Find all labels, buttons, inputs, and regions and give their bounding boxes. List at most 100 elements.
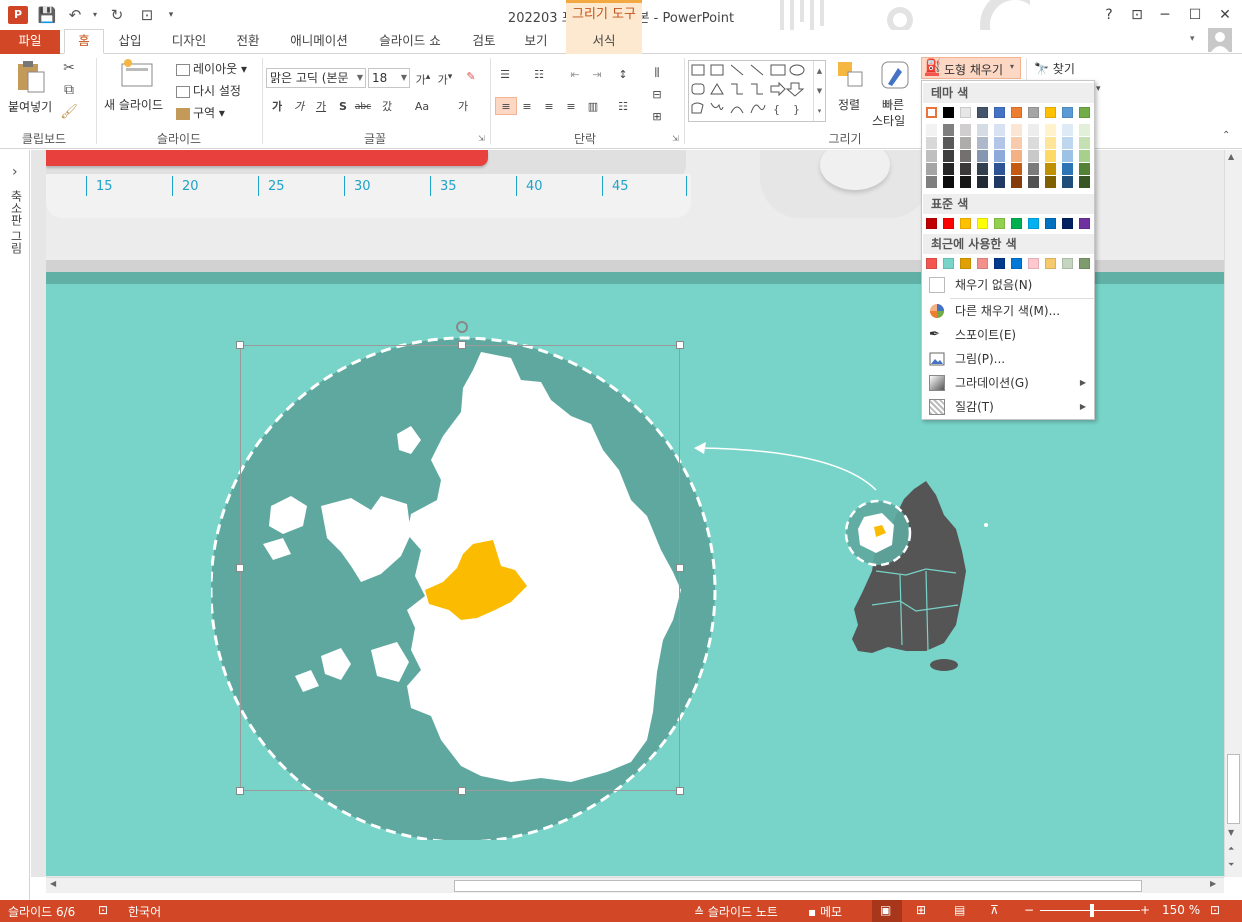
tab-format[interactable]: 서식 <box>566 30 642 54</box>
resize-handle-e[interactable] <box>676 564 684 572</box>
change-case-button[interactable]: Aa <box>410 98 434 116</box>
char-spacing-button[interactable]: 갔 <box>378 98 396 116</box>
color-swatch[interactable] <box>943 124 954 136</box>
color-swatch[interactable] <box>1011 163 1022 175</box>
color-swatch[interactable] <box>1028 258 1039 269</box>
bold-button[interactable]: 가 <box>268 98 286 116</box>
scroll-left-icon[interactable]: ◀ <box>50 879 56 888</box>
color-swatch[interactable] <box>1028 124 1039 136</box>
color-swatch[interactable] <box>926 124 937 136</box>
color-swatch[interactable] <box>977 150 988 162</box>
shape-fill-button[interactable]: ⛽ 도형 채우기 ▾ <box>921 57 1021 79</box>
color-swatch[interactable] <box>994 107 1005 118</box>
color-swatch[interactable] <box>1045 150 1056 162</box>
close-button[interactable]: ✕ <box>1212 5 1238 25</box>
color-swatch[interactable] <box>1011 150 1022 162</box>
color-swatch[interactable] <box>926 258 937 269</box>
color-swatch[interactable] <box>1045 163 1056 175</box>
shapes-gallery[interactable]: {} ▲ ▼ ▾ <box>688 60 826 122</box>
help-button[interactable]: ? <box>1096 5 1122 25</box>
color-swatch[interactable] <box>1045 137 1056 149</box>
decrease-font-button[interactable]: 가▾ <box>436 68 454 87</box>
color-swatch[interactable] <box>1062 107 1073 118</box>
layout-button[interactable]: 레이아웃 ▾ <box>176 60 247 77</box>
color-swatch[interactable] <box>1011 124 1022 136</box>
color-swatch[interactable] <box>926 107 937 118</box>
selection-frame[interactable] <box>240 345 680 791</box>
picture-fill-item[interactable]: 그림(P)... <box>923 347 1094 371</box>
color-swatch[interactable] <box>1079 107 1090 118</box>
color-swatch[interactable] <box>1079 176 1090 188</box>
color-swatch[interactable] <box>926 218 937 229</box>
color-swatch[interactable] <box>1062 163 1073 175</box>
new-slide-button[interactable]: 새 슬라이드 <box>102 58 170 128</box>
zoom-slider-thumb[interactable] <box>1090 904 1094 917</box>
decrease-indent-icon[interactable]: ⇤ <box>566 66 584 84</box>
shapes-gallery-scroll[interactable]: ▲ ▼ ▾ <box>813 61 825 121</box>
smartart-icon[interactable]: ⊞ <box>648 108 666 126</box>
user-avatar[interactable] <box>1208 28 1232 52</box>
save-icon[interactable]: 💾 <box>36 5 58 25</box>
color-swatch[interactable] <box>1028 137 1039 149</box>
color-swatch[interactable] <box>994 176 1005 188</box>
text-direction-icon[interactable]: ⫼ <box>648 64 666 82</box>
color-swatch[interactable] <box>1062 176 1073 188</box>
font-size-combo[interactable]: 18 ▼ <box>368 68 410 88</box>
color-swatch[interactable] <box>943 137 954 149</box>
quick-styles-button[interactable]: 빠른 스타일 <box>872 60 918 130</box>
thumbnails-label[interactable]: 축소판 그림 <box>5 190 25 254</box>
color-swatch[interactable] <box>960 176 971 188</box>
color-swatch[interactable] <box>1062 150 1073 162</box>
paragraph-dialog-launcher-icon[interactable]: ⇲ <box>672 134 679 143</box>
find-button[interactable]: 🔭 찾기 <box>1034 60 1075 77</box>
color-swatch[interactable] <box>960 137 971 149</box>
more-fill-colors-item[interactable]: 다른 채우기 색(M)... <box>923 299 1094 323</box>
ribbon-display-options-icon[interactable]: ⊡ <box>1124 5 1150 25</box>
previous-slide-icon[interactable]: ⏶ <box>1228 844 1234 854</box>
color-swatch[interactable] <box>943 163 954 175</box>
color-swatch[interactable] <box>1062 218 1073 229</box>
align-right-button[interactable]: ≡ <box>540 98 558 116</box>
undo-icon[interactable]: ↶ <box>64 5 86 25</box>
fit-to-window-icon[interactable]: ⊡ <box>1210 903 1220 917</box>
color-swatch[interactable] <box>1028 218 1039 229</box>
columns-icon[interactable]: ☷ <box>614 98 632 116</box>
tab-file[interactable]: 파일 <box>0 30 60 54</box>
zoom-out-button[interactable]: − <box>1024 903 1034 917</box>
color-swatch[interactable] <box>1045 258 1056 269</box>
no-fill-item[interactable]: 채우기 없음(N) <box>923 273 1094 297</box>
color-swatch[interactable] <box>977 258 988 269</box>
next-slide-icon[interactable]: ⏷ <box>1228 860 1234 870</box>
scroll-right-icon[interactable]: ▶ <box>1210 879 1216 888</box>
color-swatch[interactable] <box>1011 137 1022 149</box>
vertical-scrollbar[interactable]: ▲ ▼ ⏶ ⏷ <box>1224 150 1242 877</box>
color-swatch[interactable] <box>960 163 971 175</box>
horizontal-scroll-thumb[interactable] <box>454 880 1142 892</box>
zoom-in-button[interactable]: + <box>1140 903 1150 917</box>
powerpoint-app-icon[interactable]: P <box>8 6 28 24</box>
vertical-scroll-thumb[interactable] <box>1227 754 1240 824</box>
resize-handle-sw[interactable] <box>236 787 244 795</box>
expand-thumbnails-icon[interactable]: › <box>12 164 18 180</box>
font-color-button[interactable]: 가 <box>454 98 472 116</box>
slide-counter[interactable]: 슬라이드 6/6 <box>8 903 75 920</box>
arrange-button[interactable]: 정렬 <box>834 60 870 130</box>
tab-review[interactable]: 검토 <box>462 30 506 54</box>
resize-handle-n[interactable] <box>458 341 466 349</box>
section-button[interactable]: 구역 ▾ <box>176 104 225 121</box>
underline-button[interactable]: 가 <box>312 98 330 116</box>
horizontal-scrollbar[interactable]: ◀ ▶ <box>46 877 1224 893</box>
font-name-combo[interactable]: 맑은 고딕 (본문 ▼ <box>266 68 366 88</box>
eyedropper-item[interactable]: ✒ 스포이트(E) <box>923 323 1094 347</box>
redo-icon[interactable]: ↻ <box>106 5 128 25</box>
color-swatch[interactable] <box>977 124 988 136</box>
color-swatch[interactable] <box>960 258 971 269</box>
color-swatch[interactable] <box>1079 124 1090 136</box>
rotate-handle[interactable] <box>456 321 468 333</box>
normal-view-button[interactable]: ▣ <box>872 900 902 922</box>
gradient-item[interactable]: 그라데이션(G) ▶ <box>923 371 1094 395</box>
color-swatch[interactable] <box>1028 163 1039 175</box>
color-swatch[interactable] <box>1062 137 1073 149</box>
color-swatch[interactable] <box>943 258 954 269</box>
tab-slideshow[interactable]: 슬라이드 쇼 <box>368 30 452 54</box>
